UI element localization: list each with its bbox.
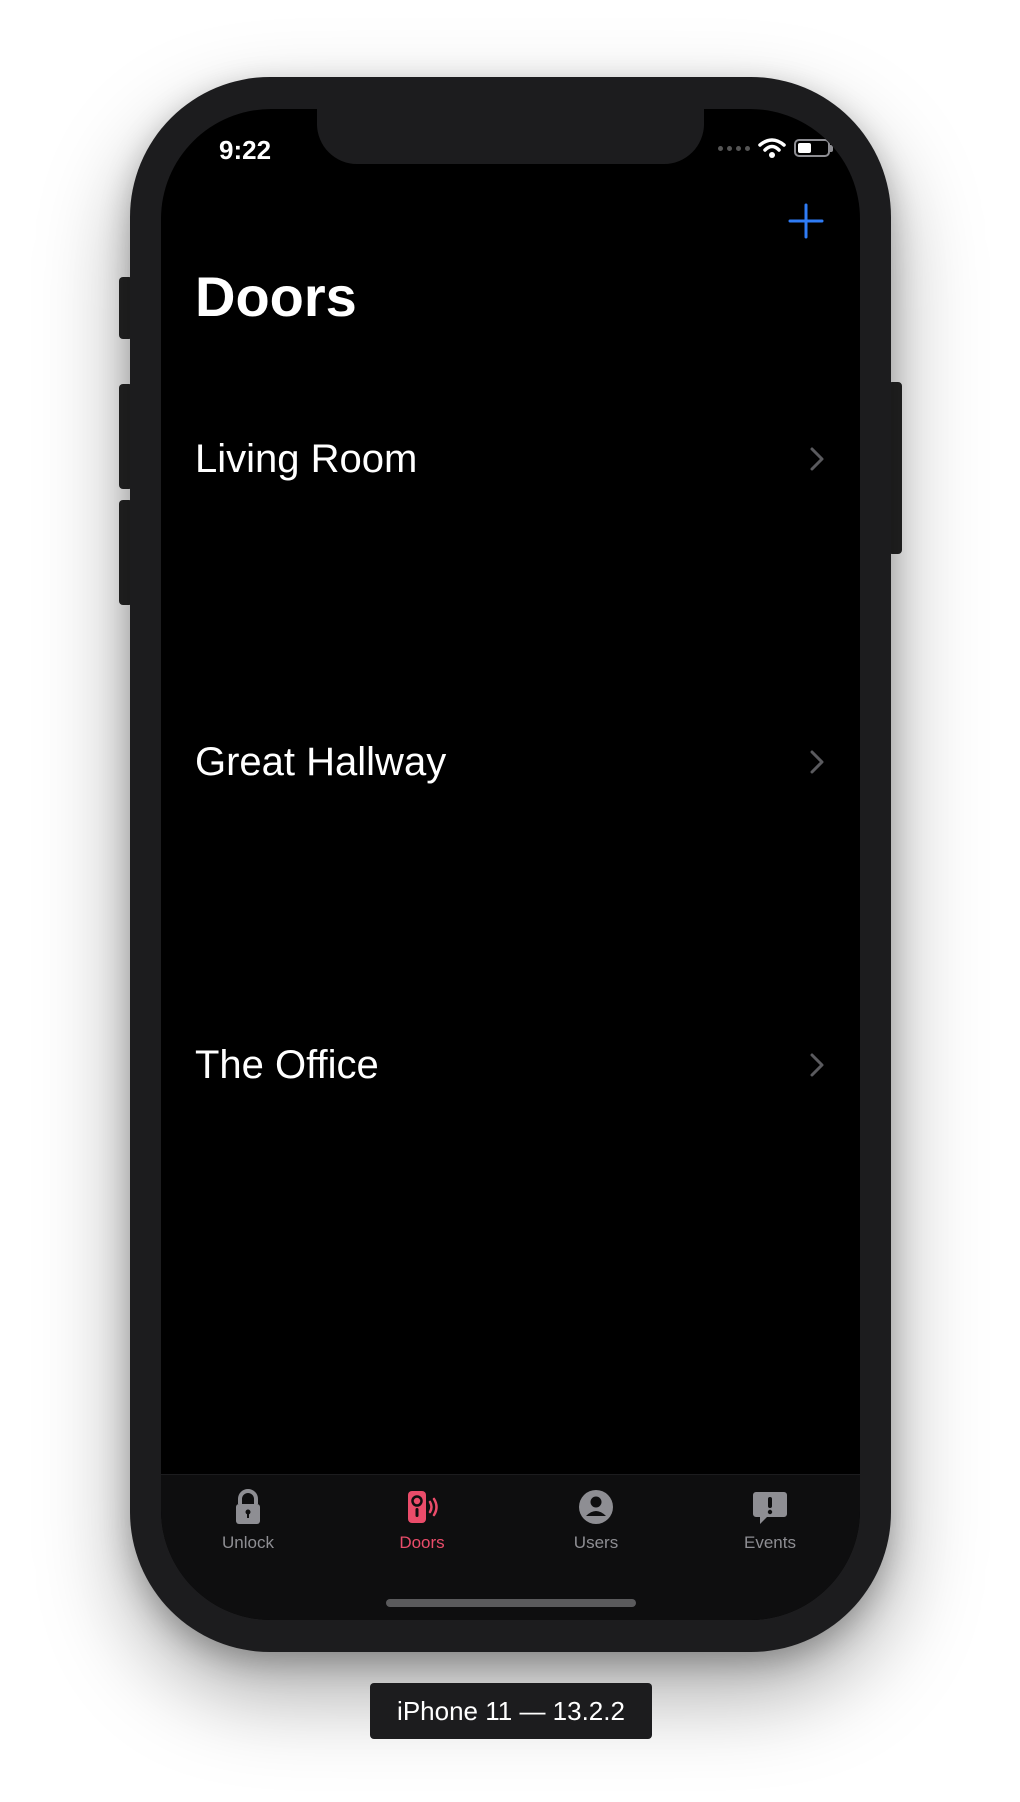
tab-doors[interactable]: Doors	[362, 1487, 482, 1567]
tab-label: Doors	[399, 1533, 445, 1552]
door-label: The Office	[195, 1042, 379, 1087]
door-row-great-hallway[interactable]: Great Hallway	[161, 712, 860, 812]
tab-users[interactable]: Users	[536, 1487, 656, 1567]
door-label: Great Hallway	[195, 739, 447, 784]
battery-level-fill	[798, 143, 811, 153]
tab-label: Events	[744, 1533, 796, 1552]
home-indicator[interactable]	[386, 1599, 636, 1607]
simulator-device-label: iPhone 11 — 13.2.2	[370, 1683, 652, 1739]
door-intercom-icon	[408, 1491, 438, 1523]
tab-bar: Unlock Doors Users Events	[161, 1474, 860, 1620]
chevron-right-icon	[810, 1053, 824, 1077]
app-screen: 9:22 Doors Living Room Great Hallway The…	[161, 109, 860, 1620]
door-row-living-room[interactable]: Living Room	[161, 409, 860, 509]
alert-bubble-icon	[753, 1492, 787, 1524]
status-icons	[718, 137, 833, 159]
phone-frame: 9:22 Doors Living Room Great Hallway The…	[130, 77, 891, 1652]
wifi-icon	[758, 138, 786, 158]
status-time: 9:22	[219, 135, 272, 165]
tab-label: Users	[573, 1533, 619, 1552]
tab-label: Unlock	[222, 1533, 274, 1552]
tab-events[interactable]: Events	[710, 1487, 830, 1567]
chevron-right-icon	[810, 750, 824, 774]
page-title: Doors	[195, 265, 357, 328]
door-row-the-office[interactable]: The Office	[161, 1015, 860, 1115]
notch	[317, 109, 704, 164]
battery-icon	[794, 139, 833, 157]
signal-icon	[718, 145, 750, 151]
lock-icon	[236, 1489, 260, 1524]
add-door-button[interactable]	[786, 201, 826, 241]
door-label: Living Room	[195, 436, 418, 481]
plus-icon	[788, 203, 824, 239]
chevron-right-icon	[810, 447, 824, 471]
user-circle-icon	[579, 1490, 613, 1524]
tab-unlock[interactable]: Unlock	[188, 1487, 308, 1567]
